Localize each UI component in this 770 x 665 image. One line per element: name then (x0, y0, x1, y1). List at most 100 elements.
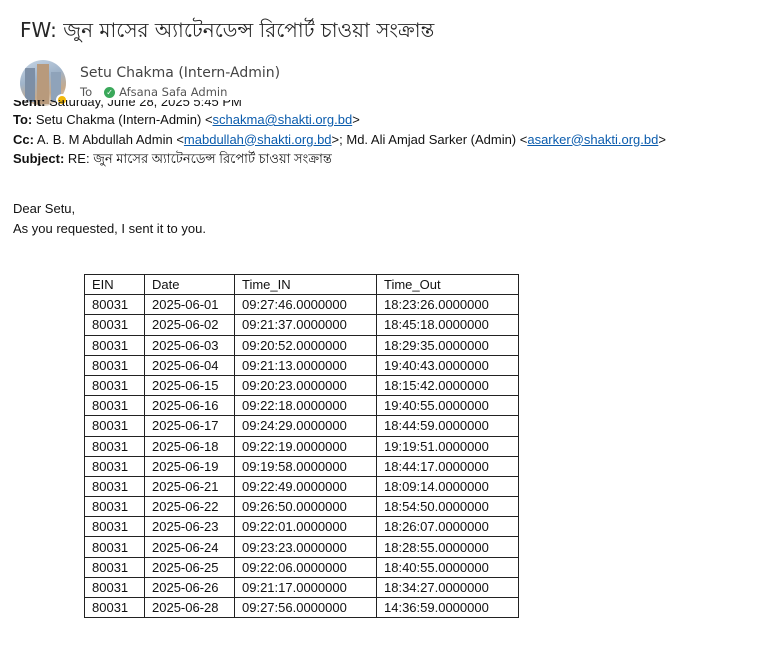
cc-name-1: A. B. M Abdullah Admin < (36, 131, 184, 147)
column-header-ein: EIN (84, 273, 145, 296)
email-subject: FW: জুন মাসের অ্যাটেনডেন্স রিপোর্ট চাওয়… (20, 18, 435, 42)
recipient-row: To ✓ Afsana Safa Admin (80, 85, 227, 99)
table-row: 80031 2025-06-19 09:19:58.0000000 18:44:17.… (84, 455, 519, 477)
cell-date: 2025-06-22 (144, 496, 235, 518)
cell-ein: 80031 (84, 334, 145, 356)
cell-date: 2025-06-24 (144, 536, 235, 558)
table-row: 80031 2025-06-25 09:22:06.0000000 18:40:55.… (84, 556, 519, 578)
cell-time-out: 19:40:55.0000000 (376, 395, 519, 417)
avatar-building (37, 64, 49, 104)
table-row: 80031 2025-06-04 09:21:13.0000000 19:40:43.… (84, 354, 519, 376)
cell-time-in: 09:22:49.0000000 (234, 475, 377, 498)
sent-label: Sent: (13, 100, 46, 109)
table-header-row: EIN Date Time_IN Time_Out (84, 273, 519, 296)
cell-time-out: 19:19:51.0000000 (376, 435, 519, 457)
cell-time-in: 09:22:01.0000000 (234, 516, 377, 538)
table-row: 80031 2025-06-17 09:24:29.0000000 18:44:59.… (84, 415, 519, 437)
sent-line: Sent: Saturday, June 28, 2025 5:45 PM (13, 100, 666, 110)
cell-ein: 80031 (84, 596, 145, 619)
cell-time-in: 09:22:18.0000000 (234, 395, 377, 417)
column-header-time-out: Time_Out (376, 273, 519, 296)
to-label: To (80, 85, 93, 99)
cell-ein: 80031 (84, 576, 145, 599)
cc-label: Cc: (13, 131, 34, 147)
cell-time-in: 09:21:13.0000000 (234, 354, 377, 376)
attendance-table: EIN Date Time_IN Time_Out 80031 2025-06-0… (84, 273, 519, 619)
column-header-date: Date (144, 273, 235, 296)
cc-email-link-1[interactable]: mabdullah@shakti.org.bd (184, 132, 332, 147)
cell-time-out: 18:40:55.0000000 (376, 556, 519, 578)
cell-date: 2025-06-23 (144, 516, 235, 538)
cc-email-link-2[interactable]: asarker@shakti.org.bd (527, 132, 658, 147)
cell-ein: 80031 (84, 475, 145, 498)
cell-time-in: 09:21:37.0000000 (234, 314, 377, 336)
cell-ein: 80031 (84, 395, 145, 417)
cell-ein: 80031 (84, 496, 145, 518)
check-icon: ✓ (104, 86, 116, 98)
cell-ein: 80031 (84, 354, 145, 376)
cell-date: 2025-06-18 (144, 435, 235, 457)
sender-name[interactable]: Setu Chakma (Intern-Admin) (80, 65, 280, 81)
cell-ein: 80031 (84, 556, 145, 578)
cell-date: 2025-06-28 (144, 596, 235, 619)
column-header-time-in: Time_IN (234, 273, 377, 296)
avatar-building (25, 68, 35, 102)
cell-date: 2025-06-01 (144, 294, 235, 316)
table-body: 80031 2025-06-01 09:27:46.0000000 18:23:26.… (84, 294, 519, 619)
recipient-name[interactable]: Afsana Safa Admin (119, 85, 227, 99)
table-row: 80031 2025-06-15 09:20:23.0000000 18:15:42.… (84, 374, 519, 397)
email-body: Dear Setu, As you requested, I sent it t… (13, 199, 206, 238)
table-row: 80031 2025-06-28 09:27:56.0000000 14:36:59.… (84, 596, 519, 619)
cell-time-out: 18:28:55.0000000 (376, 536, 519, 558)
cell-date: 2025-06-04 (144, 354, 235, 376)
cell-time-in: 09:23:23.0000000 (234, 536, 377, 558)
cell-time-out: 19:40:43.0000000 (376, 354, 519, 376)
cell-time-out: 18:09:14.0000000 (376, 475, 519, 498)
to-name: Setu Chakma (Intern-Admin) < (35, 112, 213, 127)
cell-ein: 80031 (84, 314, 145, 336)
cc-line: Cc: A. B. M Abdullah Admin <mabdullah@sh… (13, 130, 666, 150)
cell-time-out: 18:34:27.0000000 (376, 576, 519, 599)
cell-ein: 80031 (84, 294, 145, 316)
table-row: 80031 2025-06-01 09:27:46.0000000 18:23:26.… (84, 294, 519, 316)
cell-time-in: 09:20:52.0000000 (234, 334, 377, 356)
cell-time-in: 09:21:17.0000000 (234, 576, 377, 599)
cell-date: 2025-06-15 (144, 374, 235, 397)
table-row: 80031 2025-06-18 09:22:19.0000000 19:19:51.… (84, 435, 519, 457)
table-row: 80031 2025-06-03 09:20:52.0000000 18:29:35.… (84, 334, 519, 356)
table-row: 80031 2025-06-26 09:21:17.0000000 18:34:27.… (84, 576, 519, 599)
table-row: 80031 2025-06-21 09:22:49.0000000 18:09:14.… (84, 475, 519, 498)
table-row: 80031 2025-06-16 09:22:18.0000000 19:40:55.… (84, 395, 519, 417)
cell-time-out: 18:23:26.0000000 (376, 294, 519, 316)
to-label: To: (13, 112, 33, 127)
cell-date: 2025-06-16 (144, 395, 235, 417)
cell-ein: 80031 (84, 455, 145, 477)
table-row: 80031 2025-06-22 09:26:50.0000000 18:54:50.… (84, 496, 519, 518)
sent-value: Saturday, June 28, 2025 5:45 PM (49, 100, 242, 109)
cell-date: 2025-06-03 (144, 334, 235, 356)
cell-time-in: 09:22:06.0000000 (234, 556, 377, 578)
cell-time-out: 18:44:17.0000000 (376, 455, 519, 477)
cell-time-in: 09:19:58.0000000 (234, 455, 377, 477)
cc-close: > (658, 131, 666, 147)
cell-ein: 80031 (84, 415, 145, 437)
table-row: 80031 2025-06-02 09:21:37.0000000 18:45:18.… (84, 314, 519, 336)
cell-time-in: 09:27:56.0000000 (234, 596, 377, 619)
cell-time-in: 09:24:29.0000000 (234, 415, 377, 437)
cell-time-out: 18:45:18.0000000 (376, 314, 519, 336)
cell-ein: 80031 (84, 516, 145, 538)
cell-time-in: 09:22:19.0000000 (234, 435, 377, 457)
body-line: As you requested, I sent it to you. (13, 220, 206, 236)
cell-ein: 80031 (84, 374, 145, 397)
cc-mid: >; Md. Ali Amjad Sarker (Admin) < (331, 131, 528, 147)
subject-label: Subject: (13, 151, 65, 166)
table-row: 80031 2025-06-24 09:23:23.0000000 18:28:55.… (84, 536, 519, 558)
cell-time-in: 09:20:23.0000000 (234, 374, 377, 397)
forwarded-header: Sent: Saturday, June 28, 2025 5:45 PM To… (13, 100, 666, 169)
greeting: Dear Setu, (13, 201, 76, 216)
table-row: 80031 2025-06-23 09:22:01.0000000 18:26:07.… (84, 516, 519, 538)
cell-date: 2025-06-26 (144, 576, 235, 599)
to-email-link[interactable]: schakma@shakti.org.bd (213, 112, 353, 127)
cell-time-out: 18:54:50.0000000 (376, 496, 519, 518)
subject-value: RE: জুন মাসের অ্যাটেনডেন্স রিপোর্ট চাওয়… (67, 151, 332, 166)
